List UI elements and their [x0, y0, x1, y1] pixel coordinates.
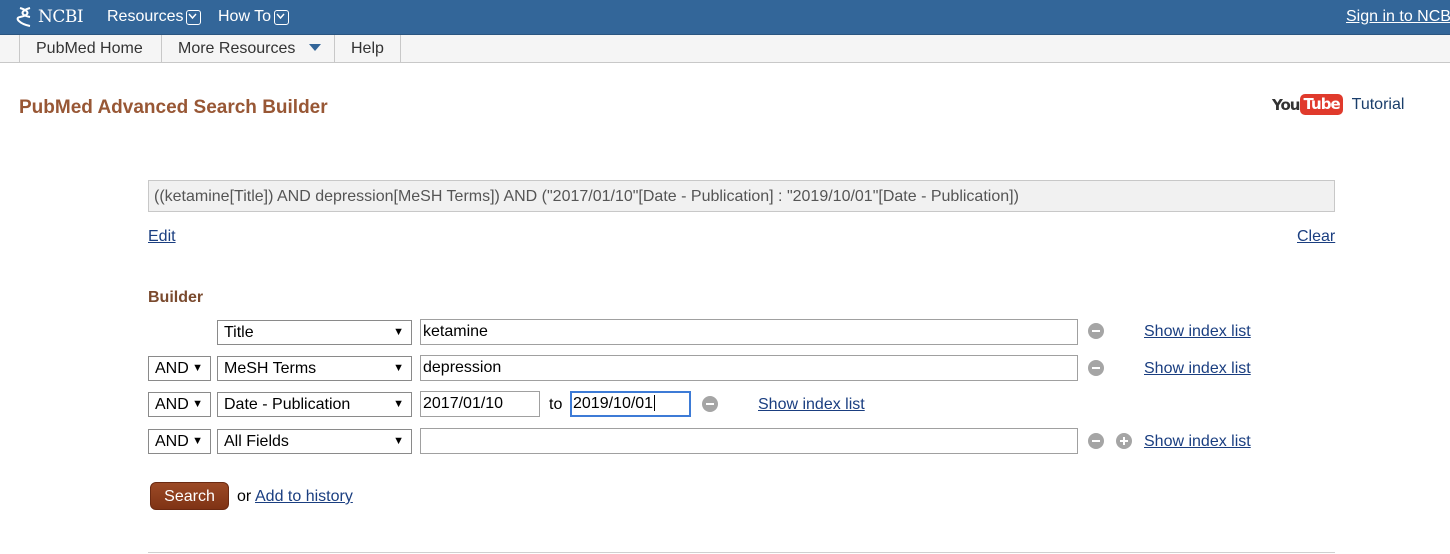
select-arrow-icon: ▼ — [393, 435, 404, 447]
select-arrow-icon: ▼ — [192, 398, 203, 410]
ncbi-logo[interactable]: NCBI — [16, 5, 84, 29]
show-index-list-link[interactable]: Show index list — [1144, 360, 1251, 378]
dropdown-arrow-icon — [309, 44, 322, 51]
remove-row-icon[interactable] — [1088, 360, 1104, 376]
youtube-logo-tube: Tube — [1300, 94, 1343, 115]
nav-pubmed-home[interactable]: PubMed Home — [19, 35, 159, 62]
field-select-value: MeSH Terms — [224, 360, 317, 377]
field-select-row-2[interactable]: MeSH Terms ▼ — [217, 356, 412, 381]
term-input-row-4[interactable] — [420, 428, 1078, 454]
clear-link[interactable]: Clear — [1297, 228, 1335, 246]
field-select-row-1[interactable]: Title ▼ — [217, 320, 412, 345]
add-row-icon[interactable] — [1116, 433, 1132, 449]
pubmed-navbar: PubMed Home More Resources Help — [0, 35, 1450, 63]
remove-row-icon[interactable] — [702, 396, 718, 412]
resources-menu-label: Resources — [107, 8, 184, 25]
field-select-row-3[interactable]: Date - Publication ▼ — [217, 392, 412, 417]
tutorial-label: Tutorial — [1351, 95, 1405, 113]
ncbi-logo-text: NCBI — [38, 7, 84, 27]
select-arrow-icon: ▼ — [393, 362, 404, 374]
show-index-list-link[interactable]: Show index list — [1144, 433, 1251, 451]
youtube-logo-you: You — [1272, 95, 1300, 114]
how-to-menu[interactable]: How To — [218, 8, 290, 26]
ncbi-topbar: NCBI Resources How To Sign in to NCBI — [0, 0, 1450, 35]
select-arrow-icon: ▼ — [192, 435, 203, 447]
field-select-value: Date - Publication — [224, 396, 351, 413]
add-to-history-link[interactable]: Add to history — [255, 488, 353, 506]
show-index-list-link[interactable]: Show index list — [1144, 323, 1251, 341]
term-input-row-1[interactable]: ketamine — [420, 319, 1078, 345]
nav-pubmed-home-label: PubMed Home — [36, 40, 143, 57]
field-select-row-4[interactable]: All Fields ▼ — [217, 429, 412, 454]
nav-help[interactable]: Help — [334, 35, 401, 62]
operator-select-value: AND — [155, 396, 189, 413]
field-select-value: All Fields — [224, 433, 289, 450]
builder-heading: Builder — [148, 289, 204, 306]
term-input-row-2[interactable]: depression — [420, 355, 1078, 381]
remove-row-icon[interactable] — [1088, 323, 1104, 339]
remove-row-icon[interactable] — [1088, 433, 1104, 449]
date-to-input[interactable]: 2019/10/01 — [570, 391, 691, 417]
youtube-tutorial-link[interactable]: You Tube Tutorial — [1272, 94, 1404, 115]
select-arrow-icon: ▼ — [393, 398, 404, 410]
operator-select-row-3[interactable]: AND ▼ — [148, 392, 211, 417]
field-select-value: Title — [224, 324, 254, 341]
nav-more-resources-label: More Resources — [178, 40, 296, 57]
select-arrow-icon: ▼ — [192, 362, 203, 374]
date-to-value: 2019/10/01 — [573, 395, 654, 412]
nav-help-label: Help — [351, 40, 384, 57]
operator-select-value: AND — [155, 433, 189, 450]
operator-select-value: AND — [155, 360, 189, 377]
show-index-list-link[interactable]: Show index list — [758, 396, 865, 414]
date-range-to-label: to — [549, 396, 563, 413]
query-preview-box[interactable]: ((ketamine[Title]) AND depression[MeSH T… — [148, 180, 1335, 212]
search-button[interactable]: Search — [150, 482, 229, 510]
how-to-menu-label: How To — [218, 8, 272, 25]
section-divider — [148, 552, 1335, 553]
operator-select-row-2[interactable]: AND ▼ — [148, 356, 211, 381]
ncbi-helix-icon — [16, 7, 31, 27]
date-from-input[interactable]: 2017/01/10 — [420, 391, 540, 417]
sign-in-link[interactable]: Sign in to NCBI — [1346, 8, 1450, 26]
or-label: or — [237, 488, 252, 505]
chevron-down-icon — [186, 9, 202, 25]
resources-menu[interactable]: Resources — [107, 8, 202, 26]
select-arrow-icon: ▼ — [393, 326, 404, 338]
page-title: PubMed Advanced Search Builder — [19, 97, 328, 118]
edit-link[interactable]: Edit — [148, 228, 176, 246]
text-caret — [654, 394, 656, 411]
operator-select-row-4[interactable]: AND ▼ — [148, 429, 211, 454]
nav-more-resources[interactable]: More Resources — [161, 35, 337, 62]
chevron-down-icon — [274, 9, 290, 25]
